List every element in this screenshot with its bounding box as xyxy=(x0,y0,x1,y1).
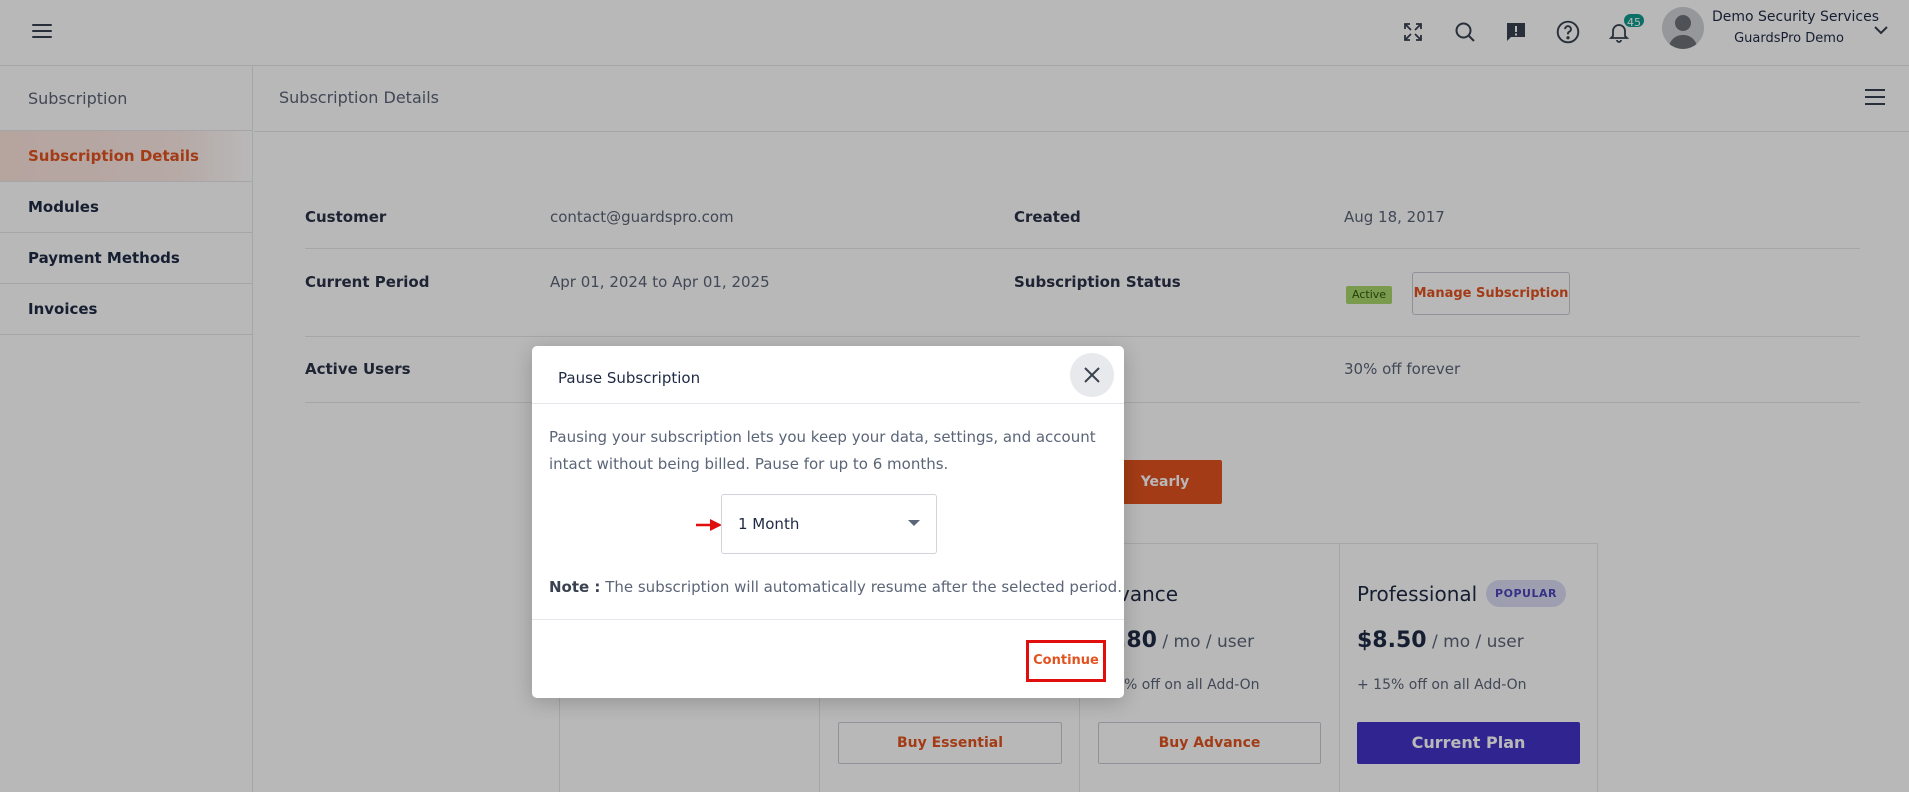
modal-header: Pause Subscription xyxy=(532,346,1124,404)
continue-button[interactable]: Continue xyxy=(1026,640,1106,682)
pause-subscription-modal: Pause Subscription Pausing your subscrip… xyxy=(532,346,1124,698)
note-text: The subscription will automatically resu… xyxy=(600,578,1122,596)
pause-duration-select[interactable]: 1 Month xyxy=(721,494,937,554)
modal-footer-divider xyxy=(532,619,1124,620)
close-button[interactable] xyxy=(1070,353,1114,397)
modal-description: Pausing your subscription lets you keep … xyxy=(549,428,1096,473)
arrow-right-icon xyxy=(694,517,724,533)
caret-down-icon xyxy=(908,520,920,526)
modal-title: Pause Subscription xyxy=(558,369,701,387)
close-icon xyxy=(1084,367,1100,383)
note-label: Note : xyxy=(549,578,601,596)
pause-duration-value: 1 Month xyxy=(738,515,800,533)
modal-note: Note : The subscription will automatical… xyxy=(549,578,1122,596)
